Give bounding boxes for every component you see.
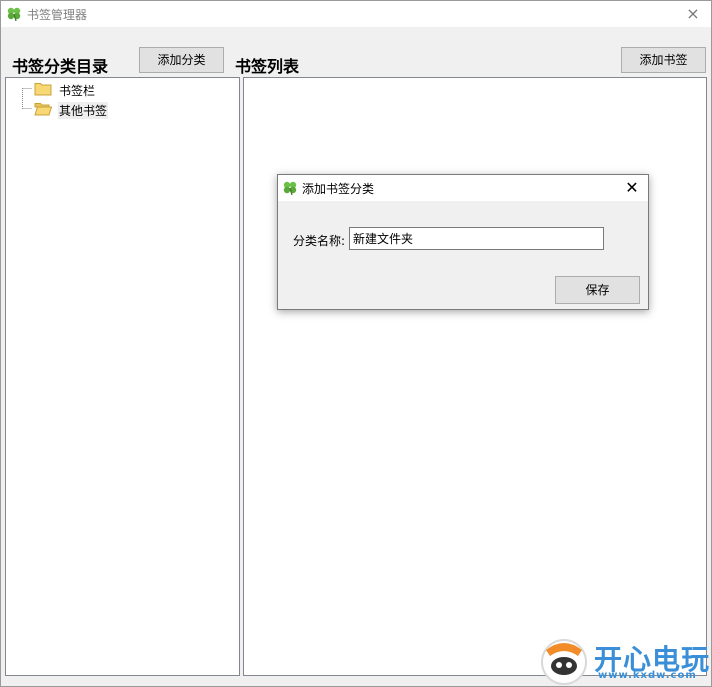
category-tree[interactable]: 书签栏 其他书签 xyxy=(5,77,240,676)
category-name-label: 分类名称: xyxy=(293,234,346,248)
add-bookmark-button[interactable]: 添加书签 xyxy=(621,47,706,73)
title-bar[interactable]: 书签管理器 × xyxy=(1,1,711,27)
dialog-title: 添加书签分类 xyxy=(302,182,375,196)
window-title: 书签管理器 xyxy=(27,8,88,22)
clover-icon xyxy=(283,181,297,196)
mascot-logo-icon xyxy=(541,639,587,685)
clover-icon xyxy=(7,7,21,22)
save-button[interactable]: 保存 xyxy=(555,276,640,304)
add-category-dialog: 添加书签分类 ✕ 分类名称: 保存 xyxy=(277,174,649,310)
tree-item-label: 书签栏 xyxy=(59,84,96,98)
close-icon[interactable]: ✕ xyxy=(622,178,642,198)
folder-open-icon xyxy=(34,103,52,116)
dialog-title-bar[interactable]: 添加书签分类 ✕ xyxy=(278,175,648,201)
watermark-url: www.kxdw.com xyxy=(598,670,697,681)
categories-heading: 书签分类目录 xyxy=(12,57,109,76)
category-name-input[interactable] xyxy=(349,227,604,250)
watermark: 开心电玩 www.kxdw.com xyxy=(534,636,710,686)
bookmarks-heading: 书签列表 xyxy=(235,57,300,76)
main-window: 书签管理器 × 书签分类目录 添加分类 书签列表 添加书签 书签栏 其他书签 xyxy=(0,0,712,687)
tree-item-label: 其他书签 xyxy=(58,102,109,119)
close-icon[interactable]: × xyxy=(683,4,703,24)
bookmark-list[interactable] xyxy=(243,77,707,676)
add-category-button[interactable]: 添加分类 xyxy=(139,47,224,73)
folder-icon xyxy=(34,83,52,96)
